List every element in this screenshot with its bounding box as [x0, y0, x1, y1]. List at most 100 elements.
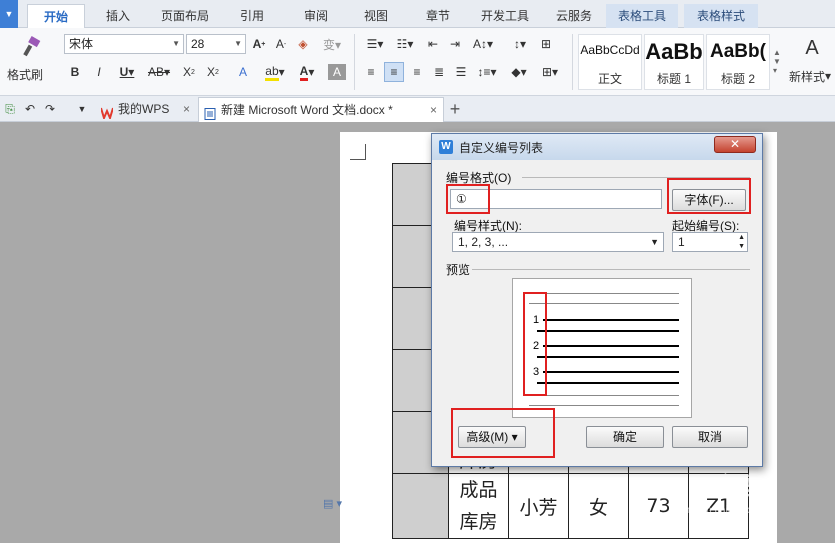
new-doc-icon[interactable]: ⎘ [2, 99, 18, 119]
number-style-select[interactable]: 1, 2, 3, ... ▼ [452, 232, 664, 252]
style-heading-1[interactable]: AaBb 标题 1 [644, 34, 704, 90]
preview-line [543, 319, 679, 321]
style-preview: AaBbCcDd [580, 43, 640, 57]
style-preview: AaBb( [710, 41, 766, 62]
text-effect-icon[interactable]: A [234, 62, 252, 82]
underline-icon[interactable]: U▾ [114, 62, 140, 82]
annotation-box [667, 178, 751, 214]
tab-table-style[interactable]: 表格样式 [684, 4, 758, 28]
table-cell[interactable]: 小芳 [508, 473, 569, 539]
preview-line [529, 293, 679, 294]
tab-table-tools[interactable]: 表格工具 [606, 4, 678, 28]
chevron-down-icon: ▼ [234, 39, 242, 48]
shrink-font-icon[interactable]: A- [272, 34, 290, 54]
bold-icon[interactable]: B [66, 62, 84, 82]
superscript-icon[interactable]: X2 [180, 62, 198, 82]
tab-view[interactable]: 视图 [350, 4, 402, 28]
custom-numbering-dialog: W 自定义编号列表 ✕ 编号格式(O) ① 字体(F)... 编号样式(N): … [431, 133, 763, 467]
sort-icon[interactable]: ↕▾ [508, 34, 532, 54]
align-right-icon[interactable]: ≡ [408, 62, 426, 82]
char-spacing-icon[interactable]: A↕▾ [470, 34, 496, 54]
style-scroll-icon[interactable]: ▲ ▼ ▾ [772, 36, 782, 86]
format-painter-label[interactable]: 格式刷 [0, 64, 50, 84]
redo-icon[interactable]: ↷ [42, 99, 58, 119]
ribbon-tab-bar: ▼ 开始 插入 页面布局 引用 审阅 视图 章节 开发工具 云服务 表格工具 表… [0, 0, 835, 28]
table-cell[interactable]: 女 [568, 473, 629, 539]
italic-icon[interactable]: I [90, 62, 108, 82]
close-icon[interactable]: × [183, 97, 190, 121]
style-preview: AaBb [645, 39, 703, 64]
distribute-icon[interactable]: ☰ [452, 62, 470, 82]
line-spacing-icon[interactable]: ↕≡▾ [474, 62, 500, 82]
phonetic-icon[interactable]: 变▾ [318, 34, 346, 54]
grow-font-icon[interactable]: A + [250, 34, 268, 54]
new-tab-icon[interactable]: + [446, 99, 464, 119]
tab-cloud[interactable]: 云服务 [548, 4, 600, 28]
doc-tab-my-wps[interactable]: 我的WPS × [96, 97, 196, 122]
increase-indent-icon[interactable]: ⇥ [446, 34, 464, 54]
tab-home[interactable]: 开始 [27, 4, 85, 28]
table-cell[interactable] [392, 473, 449, 539]
format-painter-icon[interactable] [18, 34, 44, 60]
font-name-combo[interactable]: 宋体 ▼ [64, 34, 184, 54]
style-normal[interactable]: AaBbCcDd 正文 [578, 34, 642, 90]
dialog-close-button[interactable]: ✕ [714, 136, 756, 153]
tab-references[interactable]: 引用 [226, 4, 278, 28]
align-center-icon[interactable]: ≡ [384, 62, 404, 82]
align-left-icon[interactable]: ≡ [362, 62, 380, 82]
document-tab-bar: ⎘ ↶ ↷ ▼ 我的WPS × 新建 Microsoft Word 文档.doc… [0, 96, 835, 122]
tab-chapter[interactable]: 章节 [412, 4, 464, 28]
style-heading-2[interactable]: AaBb( 标题 2 [706, 34, 770, 90]
font-color-icon[interactable]: A ▾ [294, 62, 320, 82]
doc-tab-current[interactable]: 新建 Microsoft Word 文档.docx * × [198, 97, 444, 122]
undo-icon[interactable]: ↶ [22, 99, 38, 119]
page-corner-mark [350, 144, 366, 160]
wps-w-icon: W [439, 140, 453, 154]
new-style-text: 新样式 [788, 69, 825, 84]
quick-access-more-icon[interactable]: ▼ [74, 99, 90, 119]
bullet-list-icon[interactable]: ☰▾ [362, 34, 388, 54]
borders-icon[interactable]: ⊞▾ [536, 62, 564, 82]
tab-insert[interactable]: 插入 [92, 4, 144, 28]
numbered-list-icon[interactable]: ☷▾ [392, 34, 418, 54]
start-number-spinner[interactable]: 1 ▲ ▼ [672, 232, 748, 252]
table-border-icon[interactable]: ⊞ [536, 34, 556, 54]
wps-logo-icon [100, 103, 114, 121]
table-cell[interactable]: 成品库房 [448, 473, 509, 539]
shading-icon[interactable]: ◆▾ [506, 62, 532, 82]
strikethrough-icon[interactable]: AB▾ [144, 62, 174, 82]
paragraph-mark-icon[interactable]: ▤ ▾ [323, 497, 342, 510]
font-size-combo[interactable]: 28 ▼ [186, 34, 246, 54]
new-style-icon[interactable]: A [798, 34, 826, 62]
cell-text: 成品库房 [459, 479, 498, 533]
style-name: 标题 1 [656, 72, 691, 86]
preview-line [529, 303, 679, 304]
subscript-icon[interactable]: X2 [204, 62, 222, 82]
dialog-titlebar[interactable]: W 自定义编号列表 ✕ [432, 134, 762, 160]
ok-button[interactable]: 确定 [586, 426, 664, 448]
separator [572, 34, 573, 90]
decrease-indent-icon[interactable]: ⇤ [424, 34, 442, 54]
preview-line [537, 382, 679, 384]
spinner-arrows-icon[interactable]: ▲ ▼ [738, 233, 745, 251]
doc-tab-label: 新建 Microsoft Word 文档.docx * [221, 103, 393, 117]
cancel-button[interactable]: 取消 [672, 426, 748, 448]
char-shading-icon[interactable]: A [328, 64, 346, 80]
annotation-box [523, 292, 547, 396]
new-style-label[interactable]: 新样式 ▾ [786, 66, 834, 86]
clear-format-icon[interactable]: ◈ [294, 34, 312, 54]
preview-line [537, 356, 679, 358]
tab-developer[interactable]: 开发工具 [472, 4, 538, 28]
close-icon[interactable]: × [430, 98, 437, 122]
annotation-box [446, 184, 490, 214]
annotation-box [451, 408, 555, 458]
quick-access-dropdown-icon[interactable]: ▼ [0, 0, 18, 28]
justify-icon[interactable]: ≣ [430, 62, 448, 82]
preview-line [543, 345, 679, 347]
tab-review[interactable]: 审阅 [290, 4, 342, 28]
style-name: 标题 2 [720, 72, 755, 86]
tab-page-layout[interactable]: 页面布局 [152, 4, 218, 28]
group-divider [472, 269, 750, 270]
style-name: 正文 [597, 72, 622, 86]
highlight-color-icon[interactable]: ab ▾ [262, 62, 288, 82]
